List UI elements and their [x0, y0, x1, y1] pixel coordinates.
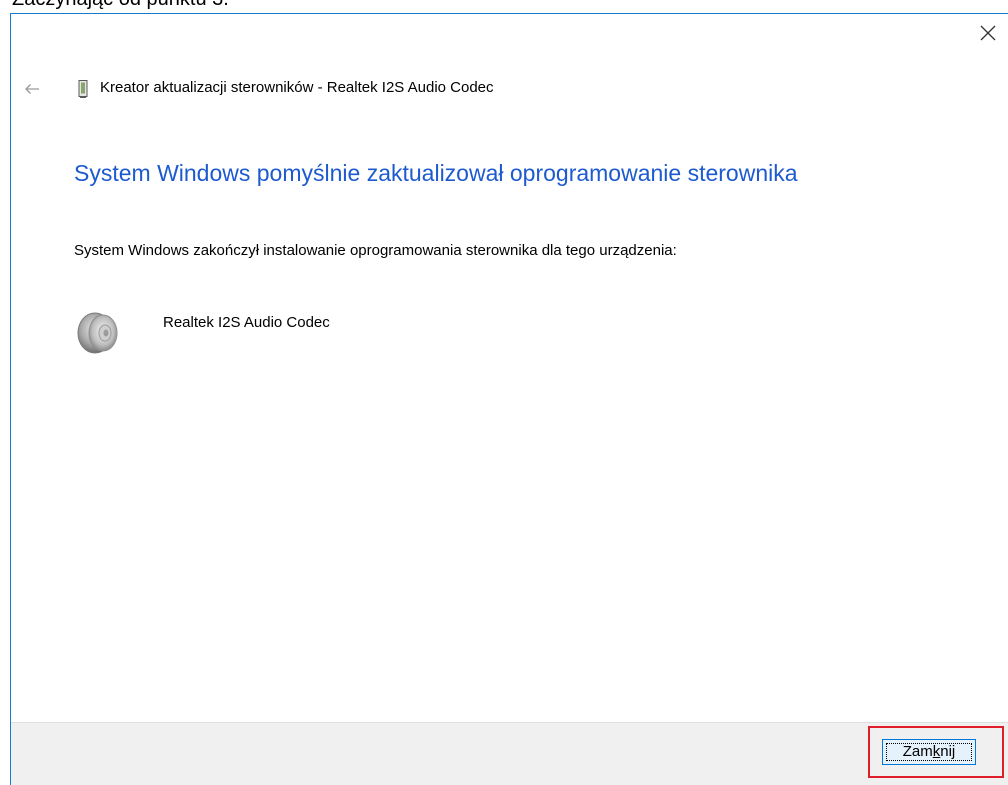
caption-text: Zaczynając od punktu 3.: [12, 0, 229, 11]
success-heading: System Windows pomyślnie zaktualizował o…: [74, 160, 798, 186]
back-arrow-icon: [25, 84, 39, 94]
device-card-icon: [78, 80, 88, 98]
close-button-label: Zam k nij: [886, 743, 972, 761]
close-button[interactable]: Zam k nij: [882, 739, 976, 765]
dialog-footer: Zam k nij: [11, 722, 1008, 785]
page: Zaczynając od punktu 3. Kreator aktualiz…: [0, 0, 1008, 785]
close-label-accesskey: k: [932, 743, 941, 760]
device-name: Realtek I2S Audio Codec: [163, 314, 330, 331]
close-label-part: Zam: [902, 743, 933, 760]
close-label-part: nij: [940, 743, 956, 760]
window-close-button[interactable]: [974, 20, 1002, 46]
wizard-title: Kreator aktualizacji sterowników - Realt…: [100, 79, 494, 96]
back-button[interactable]: [19, 76, 45, 102]
speaker-icon: [77, 312, 118, 354]
driver-update-dialog: Kreator aktualizacji sterowników - Realt…: [10, 13, 1008, 785]
install-description: System Windows zakończył instalowanie op…: [74, 242, 677, 259]
close-icon: [980, 25, 996, 41]
